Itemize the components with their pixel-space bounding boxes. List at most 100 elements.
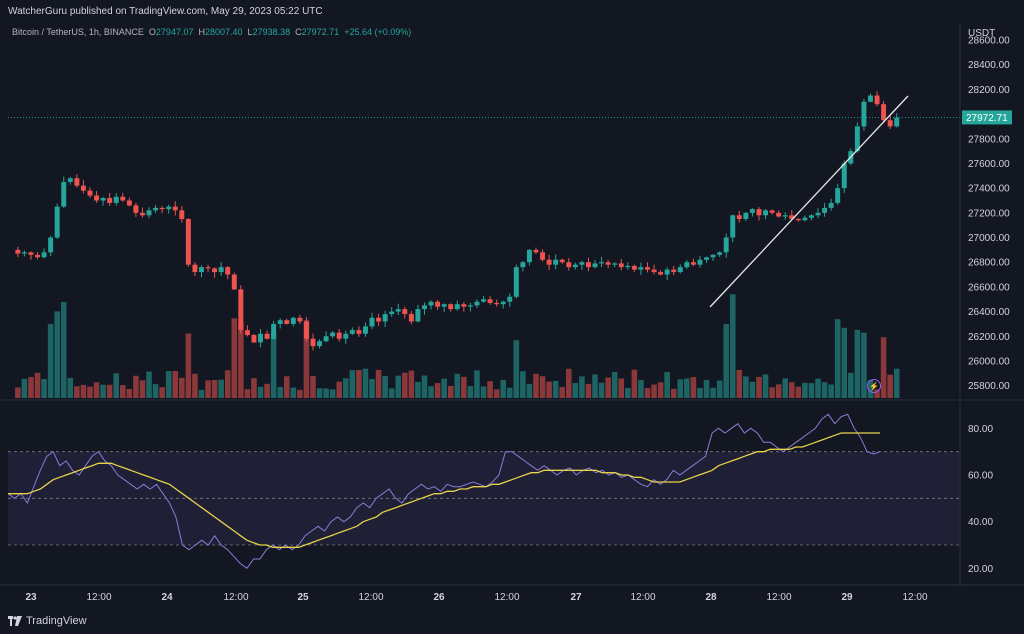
volume-bar	[21, 378, 28, 398]
volume-bar	[749, 381, 756, 398]
candle-body	[185, 219, 191, 265]
volume-bar	[139, 380, 146, 398]
volume-bar	[231, 318, 238, 398]
candle-body	[15, 249, 21, 254]
volume-bar	[618, 378, 625, 398]
volume-bar	[93, 382, 100, 398]
candle-body	[435, 301, 441, 307]
candle-body	[533, 249, 539, 253]
time-tick-label: 12:00	[902, 592, 927, 603]
price-tick-label: 27600.00	[968, 159, 1010, 170]
price-tick-label: 25800.00	[968, 381, 1010, 392]
volume-bar	[316, 388, 323, 398]
volume-bar	[743, 376, 749, 398]
volume-bar	[638, 380, 644, 398]
candle-body	[710, 254, 716, 258]
volume-bar	[441, 378, 447, 398]
candle-body	[697, 259, 703, 265]
volume-bar	[552, 380, 559, 398]
candle-body	[330, 332, 336, 337]
candle-body	[651, 269, 657, 273]
candle-body	[625, 265, 631, 268]
price-pane	[8, 91, 960, 398]
volume-bar	[179, 377, 185, 398]
candle-body	[454, 304, 460, 310]
volume-bar	[506, 387, 513, 398]
candle-body	[507, 296, 513, 302]
price-tick-label: 28600.00	[968, 36, 1010, 47]
volume-bar	[546, 381, 552, 398]
candle-body	[41, 252, 47, 258]
volume-bar	[710, 387, 716, 398]
volume-bar	[690, 377, 697, 398]
volume-bar	[369, 379, 375, 398]
price-tick-label: 26400.00	[968, 307, 1010, 318]
volume-bar	[480, 386, 487, 398]
candle-body	[139, 212, 145, 216]
volume-bar	[657, 382, 664, 398]
candle-body	[822, 207, 828, 213]
volume-bar	[841, 327, 848, 398]
volume-bar	[159, 387, 165, 398]
volume-bar	[238, 321, 244, 398]
volume-bar	[257, 386, 264, 398]
rsi-tick-label: 80.00	[968, 424, 993, 435]
candle-body	[120, 196, 126, 201]
candle-body	[415, 309, 421, 322]
candle-body	[461, 304, 467, 307]
candle-body	[192, 264, 198, 273]
volume-bar	[120, 385, 126, 398]
volume-bar	[362, 368, 369, 398]
volume-bar	[579, 376, 585, 398]
volume-bar	[723, 324, 729, 398]
candle-body	[631, 265, 637, 270]
volume-bar	[848, 372, 854, 398]
candle-body	[113, 196, 119, 203]
volume-bar	[625, 388, 631, 398]
candle-body	[133, 205, 139, 213]
candle-body	[395, 309, 401, 312]
candle-body	[723, 237, 729, 253]
candle-body	[861, 101, 867, 127]
volume-bar	[474, 370, 480, 398]
volume-bar	[310, 375, 316, 398]
candle-body	[264, 333, 270, 339]
candle-body	[382, 314, 388, 322]
volume-bar	[493, 389, 500, 398]
volume-bar	[585, 383, 592, 398]
price-tick-label: 26200.00	[968, 332, 1010, 343]
volume-bar	[644, 388, 651, 398]
candle-body	[868, 95, 873, 102]
volume-bar	[349, 370, 356, 398]
volume-bar	[513, 340, 520, 398]
lightning-icon[interactable]: ⚡	[867, 379, 881, 393]
candle-body	[35, 254, 40, 258]
candle-body	[244, 330, 250, 336]
volume-bar	[756, 376, 762, 398]
volume-bar	[87, 386, 93, 398]
volume-bar	[854, 329, 861, 398]
candle-body	[323, 336, 329, 342]
candle-body	[212, 268, 218, 273]
candle-body	[612, 263, 618, 265]
volume-bar	[106, 384, 113, 398]
volume-bar	[566, 368, 572, 398]
time-tick-label: 12:00	[223, 592, 248, 603]
time-tick-label: 12:00	[86, 592, 111, 603]
volume-bar	[808, 383, 815, 398]
candle-body	[362, 326, 368, 334]
candle-body	[756, 209, 762, 216]
candle-body	[599, 262, 605, 264]
volume-bar	[244, 389, 251, 398]
trendline	[709, 95, 909, 308]
volume-bar	[41, 379, 47, 398]
price-rsi-chart[interactable]: USDT25800.0026000.0026200.0026400.002660…	[0, 0, 1024, 634]
footer: TradingView	[0, 608, 1024, 634]
candle-body	[297, 317, 303, 322]
volume-bar	[15, 387, 21, 398]
volume-bar	[152, 384, 159, 398]
price-tick-label: 26800.00	[968, 258, 1010, 269]
volume-bar	[487, 381, 493, 398]
time-tick-label: 23	[25, 592, 37, 603]
candle-body	[887, 120, 893, 127]
